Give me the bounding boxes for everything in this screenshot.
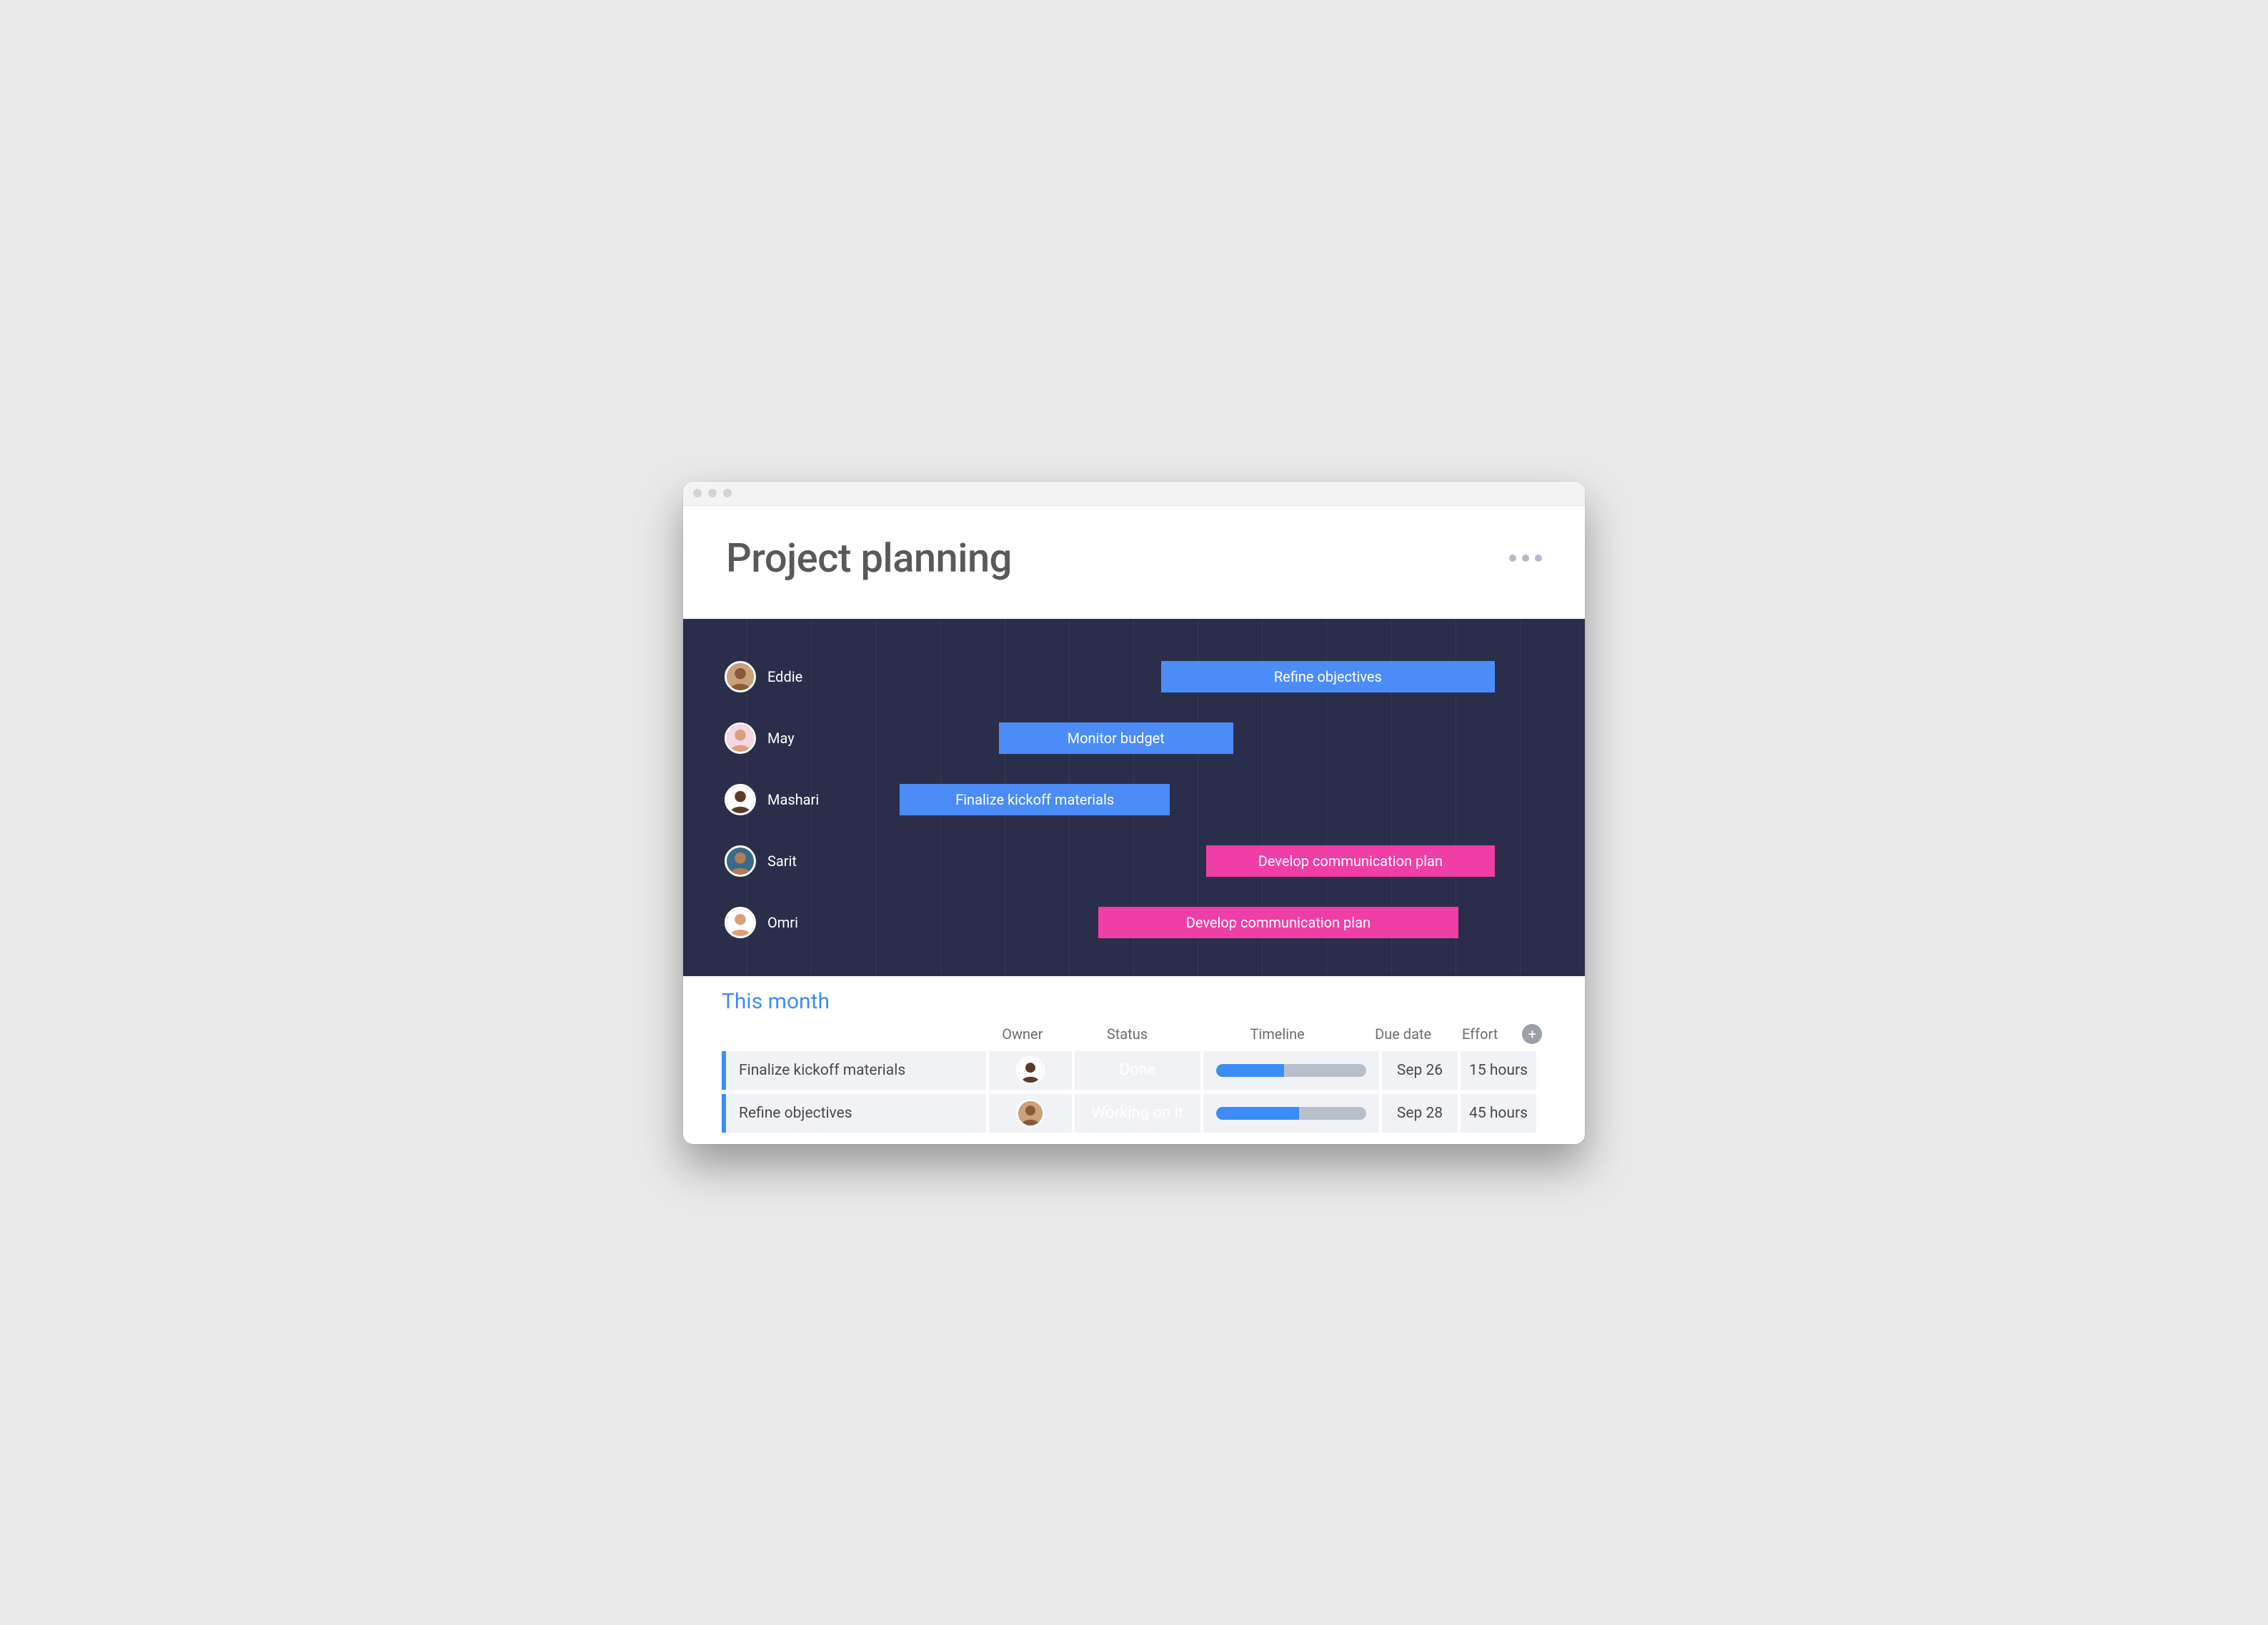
owner-cell[interactable] [989,1094,1072,1133]
window-minimize-icon[interactable] [708,489,717,497]
col-header-effort[interactable]: Effort [1441,1025,1518,1043]
gantt-person: Eddie [683,661,847,692]
person-name: Sarit [767,853,797,870]
avatar[interactable] [725,907,756,938]
gantt-person: Omri [683,907,847,938]
col-header-timeline[interactable]: Timeline [1190,1025,1364,1043]
avatar [1016,1099,1045,1128]
gantt-row: Eddie Refine objectives [683,646,1585,707]
gantt-bar[interactable]: Develop communication plan [1098,907,1459,938]
window-titlebar [683,482,1585,506]
timeline-track [1216,1064,1366,1077]
status-label: Done [1120,1061,1156,1079]
gantt-chart: Eddie Refine objectives May Monitor budg… [683,619,1585,976]
group-title[interactable]: This month [722,989,1546,1014]
avatar[interactable] [725,845,756,877]
due-date-cell[interactable]: Sep 28 [1382,1094,1458,1133]
plus-icon: + [1522,1024,1542,1044]
gantt-bar-label: Finalize kickoff materials [955,791,1114,808]
avatar[interactable] [725,661,756,692]
gantt-row: Omri Develop communication plan [683,892,1585,953]
owner-cell[interactable] [989,1051,1072,1090]
person-name: Mashari [767,791,819,808]
timeline-cell[interactable] [1203,1094,1379,1133]
task-name-cell[interactable]: Finalize kickoff materials [722,1051,986,1090]
gantt-person: May [683,722,847,754]
tasks-table: Owner Status Timeline Due date Effort + … [722,1021,1546,1133]
gantt-bar-label: Develop communication plan [1186,914,1371,931]
tasks-table-section: This month Owner Status Timeline Due dat… [683,976,1585,1133]
status-label: Working on it [1092,1104,1183,1122]
timeline-cell[interactable] [1203,1051,1379,1090]
effort-value: 45 hours [1469,1105,1528,1122]
person-name: May [767,730,795,747]
due-date: Sep 26 [1397,1062,1443,1079]
status-cell[interactable]: Working on it [1075,1094,1200,1133]
gantt-person: Mashari [683,784,847,815]
table-row[interactable]: Finalize kickoff materials Done Sep 26 1… [722,1051,1546,1090]
page-header: Project planning [683,506,1585,619]
table-header-row: Owner Status Timeline Due date Effort + [722,1021,1546,1051]
gantt-bar[interactable]: Refine objectives [1161,661,1495,692]
window-maximize-icon[interactable] [723,489,732,497]
person-name: Omri [767,914,798,931]
effort-value: 15 hours [1469,1062,1528,1079]
timeline-track [1216,1107,1366,1120]
gantt-bar-label: Monitor budget [1068,730,1165,747]
due-date: Sep 28 [1397,1105,1443,1122]
table-row[interactable]: Refine objectives Working on it Sep 28 4… [722,1094,1546,1133]
gantt-row: Mashari Finalize kickoff materials [683,769,1585,830]
gantt-row: May Monitor budget [683,707,1585,769]
timeline-fill [1216,1107,1299,1120]
more-options-button[interactable] [1509,555,1542,562]
effort-cell[interactable]: 45 hours [1461,1094,1536,1133]
col-header-status[interactable]: Status [1064,1025,1190,1043]
task-name: Refine objectives [739,1105,852,1122]
avatar [1016,1056,1045,1085]
add-column-button[interactable]: + [1518,1024,1546,1044]
app-window: Project planning Eddie Refine objectives… [683,482,1585,1144]
avatar[interactable] [725,722,756,754]
gantt-bar[interactable]: Finalize kickoff materials [900,784,1170,815]
avatar[interactable] [725,784,756,815]
window-close-icon[interactable] [693,489,702,497]
gantt-bar-label: Develop communication plan [1258,853,1443,870]
gantt-row: Sarit Develop communication plan [683,830,1585,892]
task-name: Finalize kickoff materials [739,1062,905,1079]
status-cell[interactable]: Done [1075,1051,1200,1090]
gantt-bar-label: Refine objectives [1274,668,1382,685]
col-header-owner[interactable]: Owner [980,1025,1064,1043]
gantt-person: Sarit [683,845,847,877]
effort-cell[interactable]: 15 hours [1461,1051,1536,1090]
task-name-cell[interactable]: Refine objectives [722,1094,986,1133]
gantt-bar[interactable]: Develop communication plan [1206,845,1495,877]
page-title: Project planning [726,535,1012,582]
person-name: Eddie [767,668,802,685]
col-header-due[interactable]: Due date [1365,1025,1442,1043]
due-date-cell[interactable]: Sep 26 [1382,1051,1458,1090]
gantt-bar[interactable]: Monitor budget [999,722,1233,754]
timeline-fill [1216,1064,1284,1077]
